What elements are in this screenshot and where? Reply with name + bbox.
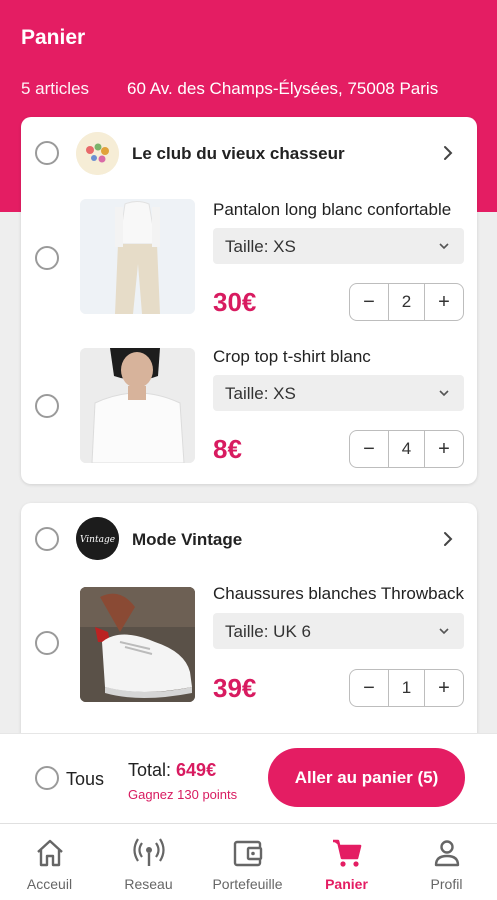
nav-label: Portefeuille	[212, 876, 283, 892]
nav-item-profile[interactable]: Profil	[397, 824, 496, 900]
size-value: Taille: XS	[225, 384, 296, 403]
product-image[interactable]	[80, 348, 195, 463]
chevron-right-icon[interactable]	[439, 144, 457, 162]
size-value: Taille: XS	[225, 237, 296, 256]
size-select[interactable]: Taille: XS	[213, 228, 464, 264]
quantity-stepper: − 4 +	[349, 430, 464, 468]
item-select-radio[interactable]	[35, 246, 59, 270]
chevron-down-icon	[439, 628, 449, 635]
nav-label: Profil	[430, 876, 463, 892]
shop-name: Le club du vieux chasseur	[132, 144, 345, 163]
nav-label: Panier	[325, 876, 368, 892]
quantity-stepper: − 2 +	[349, 283, 464, 321]
size-select[interactable]: Taille: XS	[213, 375, 464, 411]
product-title[interactable]: Chaussures blanches Throwback	[213, 584, 465, 604]
points-earned: Gagnez 130 points	[128, 787, 238, 802]
nav-item-wallet[interactable]: Portefeuille	[198, 824, 297, 900]
shop-logo: Vintage	[76, 517, 119, 560]
quantity-value: 2	[388, 284, 425, 320]
quantity-value: 4	[388, 431, 425, 467]
go-to-cart-button[interactable]: Aller au panier (5)	[268, 748, 465, 807]
home-icon	[36, 839, 63, 867]
cart-icon	[332, 839, 361, 867]
delivery-address[interactable]: 60 Av. des Champs-Élysées, 75008 Paris	[127, 79, 482, 99]
item-select-radio[interactable]	[35, 631, 59, 655]
quantity-value: 1	[388, 670, 425, 706]
nav-item-cart[interactable]: Panier	[297, 824, 396, 900]
total-value: 649€	[176, 760, 217, 780]
increase-button[interactable]: +	[425, 431, 463, 467]
shop-name: Mode Vintage	[132, 530, 243, 549]
product-image[interactable]	[80, 587, 195, 702]
increase-button[interactable]: +	[425, 670, 463, 706]
nav-label: Acceuil	[26, 876, 73, 892]
page-title: Panier	[21, 26, 86, 49]
shop-card: Le club du vieux chasseur Pantalon long …	[21, 117, 477, 484]
decrease-button[interactable]: −	[350, 431, 388, 467]
decrease-button[interactable]: −	[350, 284, 388, 320]
wallet-icon	[233, 840, 262, 867]
chevron-right-icon[interactable]	[439, 530, 457, 548]
quantity-stepper: − 1 +	[349, 669, 464, 707]
shop-header[interactable]: Vintage Mode Vintage	[21, 503, 477, 575]
item-select-radio[interactable]	[35, 394, 59, 418]
product-title[interactable]: Pantalon long blanc confortable	[213, 200, 465, 220]
total: Total: 649€	[128, 760, 216, 781]
product-price: 39€	[213, 673, 257, 703]
product-image[interactable]	[80, 199, 195, 314]
shop-header[interactable]: Le club du vieux chasseur	[21, 117, 477, 189]
nav-item-network[interactable]: Reseau	[99, 824, 198, 900]
total-label: Total:	[128, 760, 177, 780]
select-all-label[interactable]: Tous	[66, 769, 104, 790]
svg-text:Vintage: Vintage	[80, 535, 115, 545]
size-select[interactable]: Taille: UK 6	[213, 613, 464, 649]
article-count: 5 articles	[21, 79, 90, 98]
product-price: 8€	[213, 434, 242, 464]
size-value: Taille: UK 6	[225, 622, 311, 641]
chevron-down-icon	[439, 243, 449, 250]
shop-select-radio[interactable]	[35, 141, 59, 165]
chevron-down-icon	[439, 390, 449, 397]
bottom-nav: Acceuil Reseau Portefeuille Panier Profi…	[0, 823, 497, 900]
nav-item-home[interactable]: Acceuil	[0, 824, 99, 900]
product-title[interactable]: Crop top t-shirt blanc	[213, 347, 465, 367]
increase-button[interactable]: +	[425, 284, 463, 320]
decrease-button[interactable]: −	[350, 670, 388, 706]
product-price: 30€	[213, 287, 257, 317]
shop-logo	[76, 132, 119, 175]
checkout-bar: Tous Total: 649€ Gagnez 130 points Aller…	[0, 733, 497, 823]
profile-icon	[434, 840, 459, 867]
select-all-radio[interactable]	[35, 766, 59, 790]
broadcast-icon	[132, 838, 165, 866]
shop-card: Vintage Mode Vintage Chaussures blanches…	[21, 503, 477, 763]
shop-select-radio[interactable]	[35, 527, 59, 551]
nav-label: Reseau	[124, 876, 173, 892]
